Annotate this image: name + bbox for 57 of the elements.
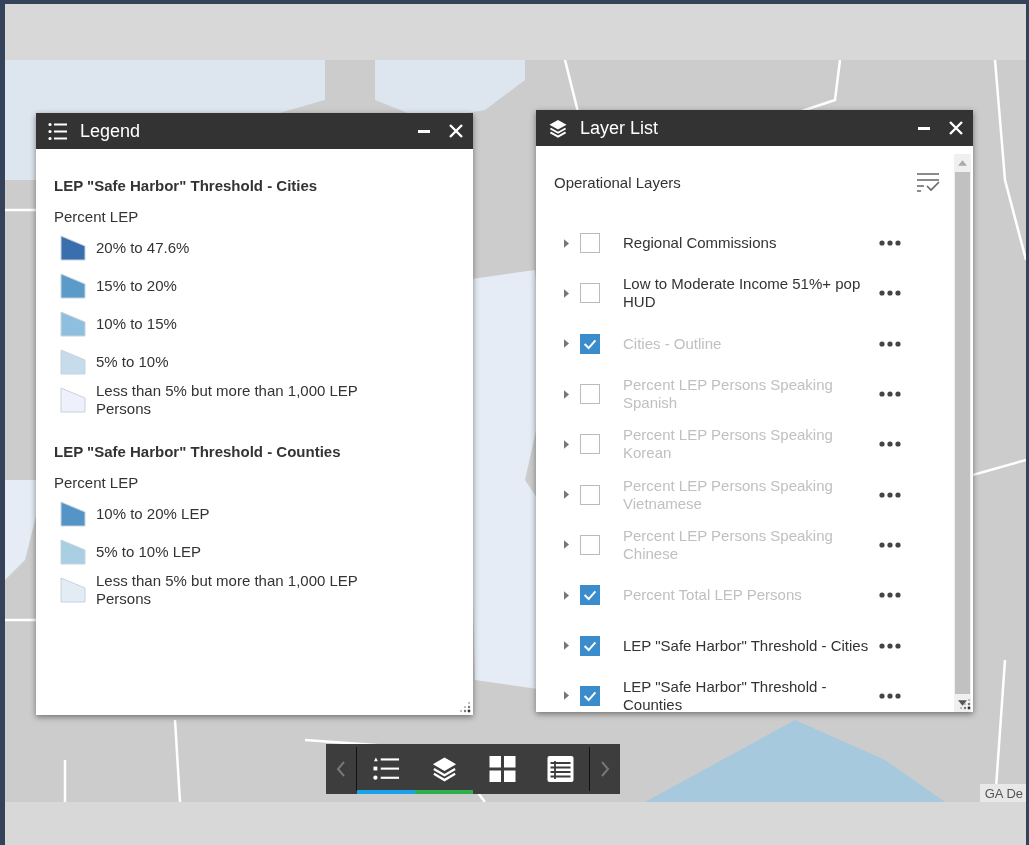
- more-icon[interactable]: [879, 592, 901, 599]
- more-icon[interactable]: [879, 692, 901, 699]
- legend-class-label: 20% to 47.6%: [96, 239, 190, 257]
- layer-name: Percent LEP Persons Speaking Chinese: [623, 526, 834, 563]
- legend-layer-title: LEP "Safe Harbor" Threshold - Cities: [54, 177, 319, 194]
- legend-class-label: 5% to 10%: [96, 353, 169, 371]
- scroll-down-icon[interactable]: [958, 700, 967, 706]
- checkbox[interactable]: [580, 233, 600, 254]
- checkbox[interactable]: [580, 685, 600, 706]
- caret-icon[interactable]: [564, 691, 569, 701]
- more-icon[interactable]: [879, 391, 901, 398]
- layer-name: Regional Commissions: [623, 234, 778, 253]
- caret-icon[interactable]: [564, 238, 569, 248]
- legend-layer-title: LEP "Safe Harbor" Threshold - Counties: [54, 443, 342, 460]
- layer-name: Percent LEP Persons Speaking Spanish: [623, 376, 834, 413]
- attribution-text: GA De: [979, 784, 1026, 802]
- legend-field-label: Percent LEP: [54, 208, 140, 225]
- more-icon[interactable]: [879, 441, 901, 448]
- more-icon[interactable]: [879, 541, 901, 548]
- table-icon: [546, 756, 574, 782]
- layers-icon: [548, 118, 568, 138]
- layer-name: Cities - Outline: [623, 334, 723, 353]
- more-icon[interactable]: [879, 491, 901, 498]
- grid-icon: [488, 756, 516, 782]
- more-icon[interactable]: [879, 642, 901, 649]
- layer-name: Percent LEP Persons Speaking Vietnamese: [623, 476, 834, 513]
- legend-class-label: Less than 5% but more than 1,000 LEP Persons: [96, 572, 359, 608]
- more-icon[interactable]: [879, 240, 901, 247]
- more-icon[interactable]: [879, 340, 901, 347]
- legend-class-label: 15% to 20%: [96, 277, 177, 295]
- panel-title: Legend: [80, 120, 141, 142]
- layers-icon: [430, 756, 458, 782]
- resize-handle-icon[interactable]: [959, 698, 971, 710]
- layer-name: LEP "Safe Harbor" Threshold - Counties: [623, 677, 828, 714]
- section-heading: Operational Layers: [554, 173, 681, 191]
- legend-icon: [372, 756, 400, 782]
- previous-icon[interactable]: [336, 760, 346, 778]
- legend-class-label: 5% to 10% LEP: [96, 543, 202, 561]
- layer-name: Low to Moderate Income 51%+ pop HUD: [623, 275, 862, 312]
- more-icon[interactable]: [879, 290, 901, 297]
- layer-name: Percent Total LEP Persons: [623, 586, 803, 605]
- toggle-all-icon[interactable]: [916, 172, 940, 192]
- resize-handle-icon[interactable]: [459, 701, 471, 713]
- legend-class-label: 10% to 15%: [96, 315, 177, 333]
- next-icon[interactable]: [600, 760, 610, 778]
- checkbox[interactable]: [580, 635, 600, 656]
- layer-name: Percent LEP Persons Speaking Korean: [623, 426, 834, 463]
- checkbox[interactable]: [580, 283, 600, 304]
- legend-class-label: Less than 5% but more than 1,000 LEP Persons: [96, 382, 359, 418]
- panel-title: Layer List: [580, 117, 659, 139]
- legend-icon: [48, 121, 68, 141]
- close-icon[interactable]: [949, 121, 963, 135]
- layer-name: LEP "Safe Harbor" Threshold - Cities: [623, 636, 870, 655]
- legend-field-label: Percent LEP: [54, 474, 140, 491]
- scrollbar[interactable]: [954, 154, 971, 712]
- close-icon[interactable]: [449, 124, 463, 138]
- legend-class-label: 10% to 20% LEP: [96, 505, 210, 523]
